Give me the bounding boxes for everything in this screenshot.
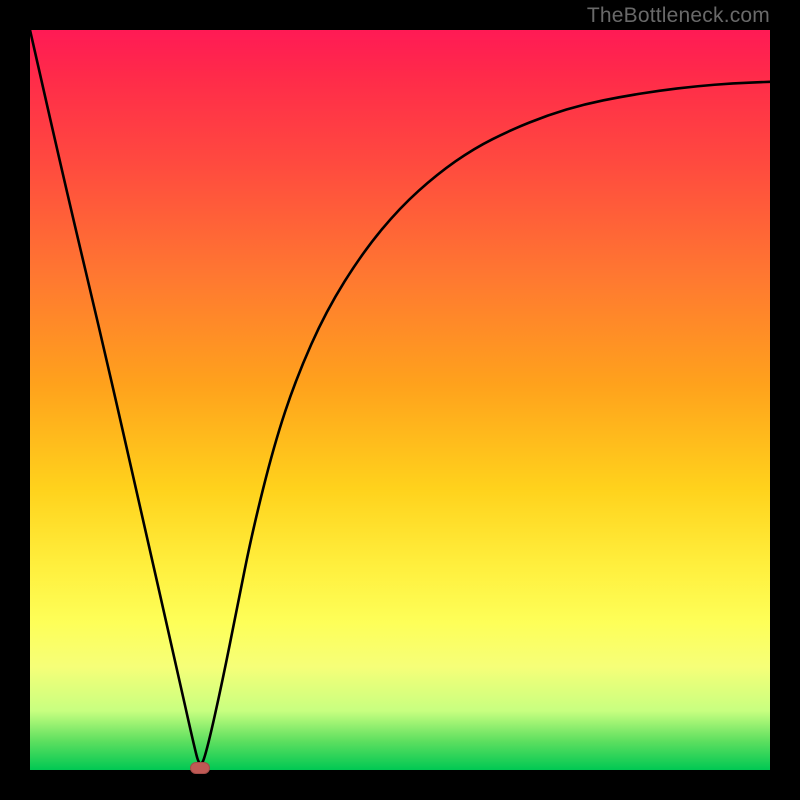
watermark-text: TheBottleneck.com (587, 4, 770, 28)
min-point-marker (190, 762, 210, 774)
plot-area (30, 30, 770, 770)
chart-frame: TheBottleneck.com (0, 0, 800, 800)
